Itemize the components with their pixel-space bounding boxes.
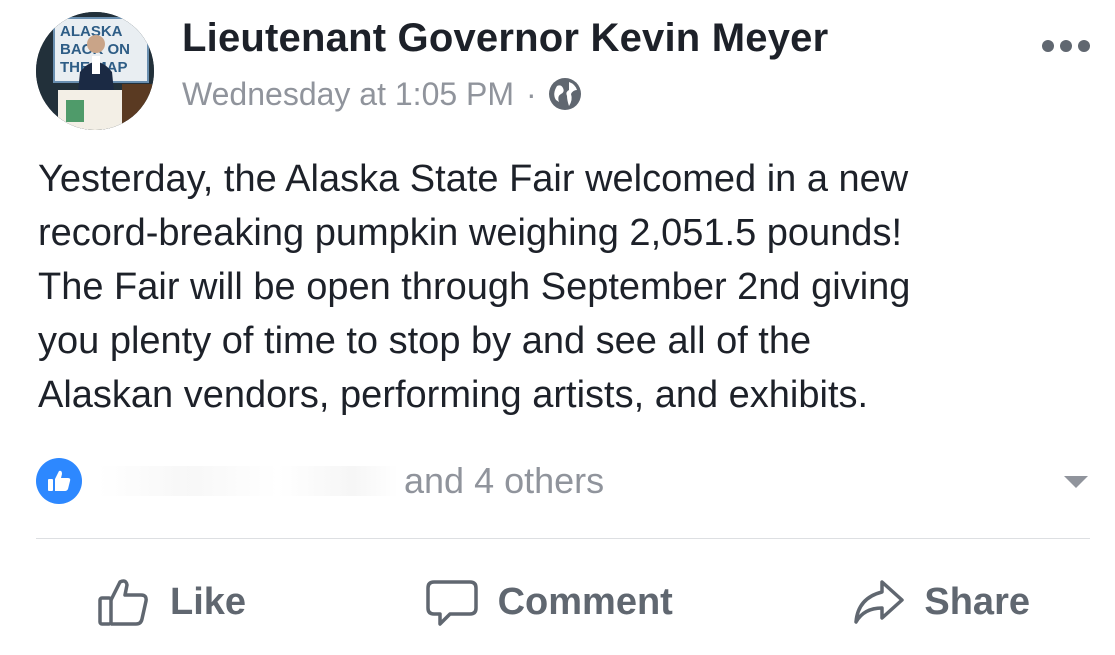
thumbs-up-icon — [98, 579, 148, 626]
more-options-icon[interactable] — [1040, 34, 1092, 58]
chevron-down-icon[interactable] — [1062, 470, 1090, 492]
post-body-line: you plenty of time to stop by and see al… — [38, 320, 812, 362]
divider — [36, 538, 1090, 539]
post-timestamp[interactable]: Wednesday at 1:05 PM — [182, 76, 514, 113]
author-avatar[interactable]: ALASKA BACK ON THE MAP — [36, 12, 154, 130]
post-body-line: record-breaking pumpkin weighing 2,051.5… — [38, 212, 902, 254]
avatar-photo: ALASKA BACK ON THE MAP — [36, 12, 154, 130]
author-name[interactable]: Lieutenant Governor Kevin Meyer — [182, 16, 828, 61]
post-actions: Like Comment Share — [36, 560, 1090, 644]
post-body-line: Yesterday, the Alaska State Fair welcome… — [38, 158, 909, 200]
share-button-label: Share — [924, 580, 1030, 623]
comment-icon — [425, 580, 478, 626]
reactions-others-text[interactable]: and 4 others — [404, 460, 604, 502]
meta-separator: · — [526, 75, 537, 112]
post-body: Yesterday, the Alaska State Fair welcome… — [38, 152, 1058, 422]
share-button[interactable]: Share — [790, 574, 1090, 630]
post-body-line: Alaskan vendors, performing artists, and… — [38, 374, 869, 416]
share-arrow-icon — [854, 580, 905, 624]
comment-button[interactable]: Comment — [364, 574, 733, 630]
like-reaction-icon — [36, 458, 82, 504]
like-button-label: Like — [170, 580, 247, 623]
post-body-line: The Fair will be open through September … — [38, 266, 911, 308]
post-meta: Wednesday at 1:05 PM · — [182, 72, 583, 116]
globe-icon[interactable] — [547, 76, 583, 112]
facebook-post: ALASKA BACK ON THE MAP Lieutenant Govern… — [0, 0, 1115, 655]
redacted-names — [98, 466, 398, 496]
comment-button-label: Comment — [497, 580, 673, 623]
like-button[interactable]: Like — [36, 574, 306, 630]
reactions-summary[interactable]: and 4 others — [36, 456, 1090, 506]
